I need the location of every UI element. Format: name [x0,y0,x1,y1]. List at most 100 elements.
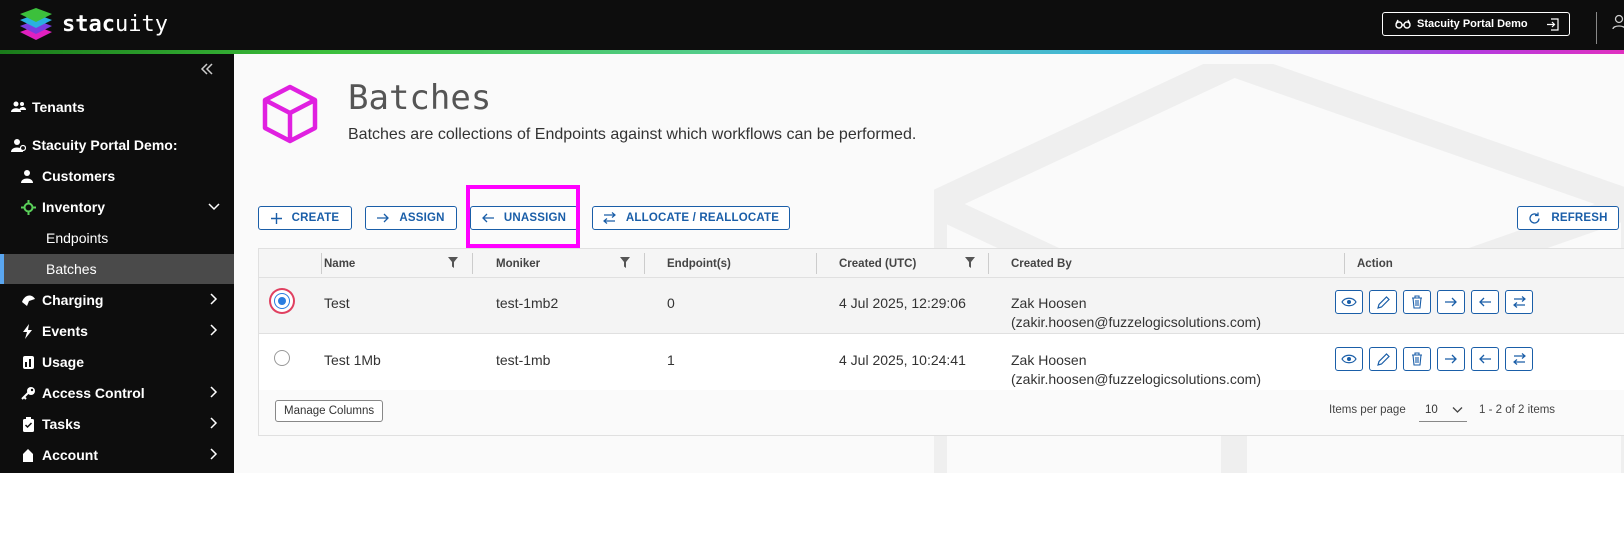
row-actions [1335,347,1533,371]
tenant-switch-label: Stacuity Portal Demo [1417,18,1528,30]
delete-button[interactable] [1403,290,1431,314]
items-per-page-select[interactable]: 10 [1419,398,1467,422]
customers-icon [20,168,36,184]
row-select-radio[interactable] [274,293,290,309]
view-button[interactable] [1335,347,1363,371]
eye-icon [1341,297,1357,307]
table-row[interactable]: Test 1Mb test-1mb 1 4 Jul 2025, 10:24:41… [259,335,1624,391]
clipboard-icon [20,416,36,432]
filter-icon[interactable] [965,257,975,268]
sidebar-item-account[interactable]: Account [0,440,234,470]
arrow-left-icon [1479,297,1491,307]
swap-icon [602,212,616,224]
arrow-left-icon [1479,354,1491,364]
page-title: Batches [348,78,492,118]
sidebar-item-access-control[interactable]: Access Control [0,378,234,408]
sidebar-item-endpoints[interactable]: Endpoints [0,223,234,253]
pagination-range: 1 - 2 of 2 items [1479,404,1556,416]
sidebar-item-charging[interactable]: Charging [0,285,234,315]
sidebar-item-batches[interactable]: Batches [0,254,234,284]
sidebar-label-customers: Customers [42,168,116,184]
sidebar-label-endpoints: Endpoints [46,230,109,246]
create-button[interactable]: CREATE [258,206,352,230]
sidebar-item-tenants[interactable]: Tenants [0,92,234,122]
view-button[interactable] [1335,290,1363,314]
chevron-right-icon [210,417,218,429]
assign-button-label: ASSIGN [399,212,445,224]
sidebar-item-org[interactable]: Stacuity Portal Demo: [0,130,234,160]
sidebar-item-events[interactable]: Events [0,316,234,346]
assign-button[interactable]: ASSIGN [365,206,457,230]
cell-moniker: test-1mb2 [496,295,559,311]
sidebar-item-usage[interactable]: Usage [0,347,234,377]
assign-row-button[interactable] [1437,347,1465,371]
filter-icon[interactable] [448,257,458,268]
allocate-row-button[interactable] [1505,347,1533,371]
key-icon [20,385,36,401]
tenant-switch-button[interactable]: Stacuity Portal Demo [1382,12,1570,36]
top-bar: stacuity Stacuity Portal Demo [0,0,1624,50]
batches-cube-icon [262,84,318,144]
collapse-sidebar-icon[interactable] [200,62,214,76]
cell-moniker: test-1mb [496,352,551,368]
sidebar-item-inventory[interactable]: Inventory [0,192,234,222]
created-by-name: Zak Hoosen [1011,295,1087,311]
tenants-icon [10,99,26,115]
table-row[interactable]: Test test-1mb2 0 4 Jul 2025, 12:29:06 Za… [259,278,1624,334]
edit-button[interactable] [1369,347,1397,371]
unassign-highlight-box [466,185,580,248]
edit-button[interactable] [1369,290,1397,314]
sidebar-label-tenants: Tenants [32,99,85,115]
allocate-row-button[interactable] [1505,290,1533,314]
sidebar-label-charging: Charging [42,292,104,308]
brand-name: stacuity [62,12,168,37]
table-header: Name Moniker Endpoint(s) Created (UTC) C… [259,249,1624,278]
chevron-down-icon [208,203,220,211]
allocate-reallocate-button[interactable]: ALLOCATE / REALLOCATE [592,206,790,230]
sidebar-item-customers[interactable]: Customers [0,161,234,191]
column-header-created[interactable]: Created (UTC) [839,249,916,278]
column-separator [644,253,645,274]
sidebar-item-tasks[interactable]: Tasks [0,409,234,439]
manage-columns-button[interactable]: Manage Columns [275,400,384,422]
sidebar-label-inventory: Inventory [42,199,106,215]
column-header-moniker[interactable]: Moniker [496,249,540,278]
pencil-icon [1376,352,1390,366]
create-button-label: CREATE [291,212,340,224]
column-header-action: Action [1357,257,1393,270]
created-by-email: (zakir.hoosen@fuzzelogicsolutions.com) [1011,371,1261,387]
filter-icon[interactable] [620,257,630,268]
plus-icon [270,212,282,224]
main-content: Batches Batches are collections of Endpo… [234,54,1624,473]
charging-icon [20,292,36,308]
inventory-icon [20,199,36,215]
refresh-button[interactable]: REFRESH [1517,206,1619,230]
column-separator [988,253,989,274]
refresh-icon [1529,212,1540,224]
page-subtitle: Batches are collections of Endpoints aga… [348,126,917,143]
chevron-down-icon [1452,407,1463,413]
sidebar-label-access-control: Access Control [42,385,145,401]
glasses-icon [1395,19,1411,29]
cell-created-by: Zak Hoosen (zakir.hoosen@fuzzelogicsolut… [1011,294,1261,332]
row-actions [1335,290,1533,314]
chevron-right-icon [210,448,218,460]
sidebar-label-usage: Usage [42,354,85,370]
sidebar-label-account: Account [42,447,98,463]
arrow-right-icon [377,213,390,223]
unassign-row-button[interactable] [1471,347,1499,371]
arrow-right-icon [1445,297,1457,307]
unassign-row-button[interactable] [1471,290,1499,314]
column-header-endpoints[interactable]: Endpoint(s) [667,249,731,278]
created-by-email: (zakir.hoosen@fuzzelogicsolutions.com) [1011,314,1261,330]
org-user-icon [10,137,26,153]
column-header-name[interactable]: Name [324,249,355,278]
eye-icon [1341,354,1357,364]
lightning-icon [20,323,36,339]
row-select-radio[interactable] [274,350,290,366]
delete-button[interactable] [1403,347,1431,371]
sidebar-label-tasks: Tasks [42,416,81,432]
assign-row-button[interactable] [1437,290,1465,314]
user-icon[interactable] [1612,14,1624,30]
column-header-created-by[interactable]: Created By [1011,249,1072,278]
